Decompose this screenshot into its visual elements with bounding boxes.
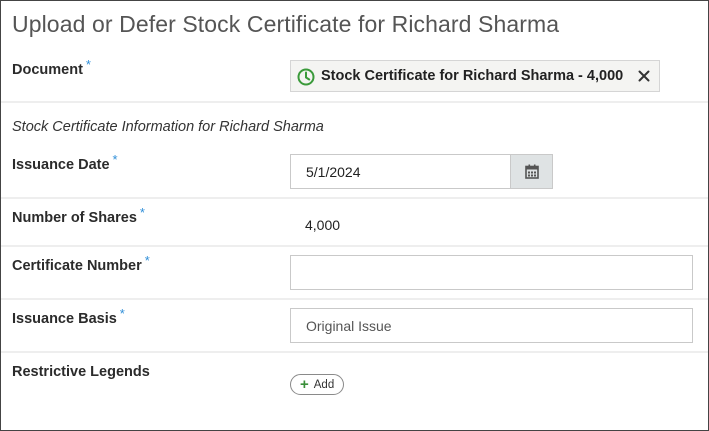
clock-icon — [297, 68, 315, 86]
document-chip[interactable]: Stock Certificate for Richard Sharma - 4… — [290, 60, 660, 92]
divider — [1, 298, 708, 300]
issuance-basis-value: Original Issue — [306, 317, 392, 334]
document-file-name: Stock Certificate for Richard Sharma - 4… — [321, 68, 624, 84]
issuance-date-label-text: Issuance Date — [12, 157, 110, 173]
required-marker: * — [139, 205, 145, 220]
certificate-number-input[interactable] — [290, 255, 693, 290]
issuance-date-label: Issuance Date * — [12, 152, 118, 173]
divider — [1, 245, 708, 247]
date-picker-button[interactable] — [510, 154, 553, 189]
required-marker: * — [144, 253, 150, 268]
required-marker: * — [119, 306, 125, 321]
issuance-basis-label: Issuance Basis * — [12, 306, 125, 327]
document-label-text: Document — [12, 62, 83, 78]
required-marker: * — [112, 152, 118, 167]
divider — [1, 197, 708, 199]
plus-icon: + — [300, 376, 309, 393]
number-of-shares-value: 4,000 — [305, 217, 341, 233]
number-of-shares-label-text: Number of Shares — [12, 210, 137, 226]
divider — [1, 351, 708, 353]
section-caption: Stock Certificate Information for Richar… — [12, 119, 324, 135]
number-of-shares-label: Number of Shares * — [12, 205, 145, 226]
required-marker: * — [85, 57, 91, 72]
add-legend-label: Add — [313, 378, 335, 391]
issuance-basis-label-text: Issuance Basis — [12, 311, 117, 327]
certificate-number-label: Certificate Number * — [12, 253, 150, 274]
dialog-title: Upload or Defer Stock Certificate for Ri… — [12, 11, 560, 37]
remove-document-button[interactable] — [633, 65, 655, 87]
divider — [1, 101, 708, 103]
close-icon — [638, 70, 650, 82]
issuance-date-input[interactable]: 5/1/2024 — [290, 154, 511, 189]
add-legend-button[interactable]: + Add — [290, 374, 345, 395]
issuance-date-value: 5/1/2024 — [306, 163, 361, 180]
issuance-basis-input[interactable]: Original Issue — [290, 308, 693, 343]
calendar-icon — [524, 164, 539, 179]
restrictive-legends-label: Restrictive Legends — [12, 364, 150, 380]
certificate-number-label-text: Certificate Number — [12, 258, 142, 274]
document-label: Document * — [12, 57, 91, 78]
upload-stock-certificate-dialog: Upload or Defer Stock Certificate for Ri… — [0, 0, 709, 431]
